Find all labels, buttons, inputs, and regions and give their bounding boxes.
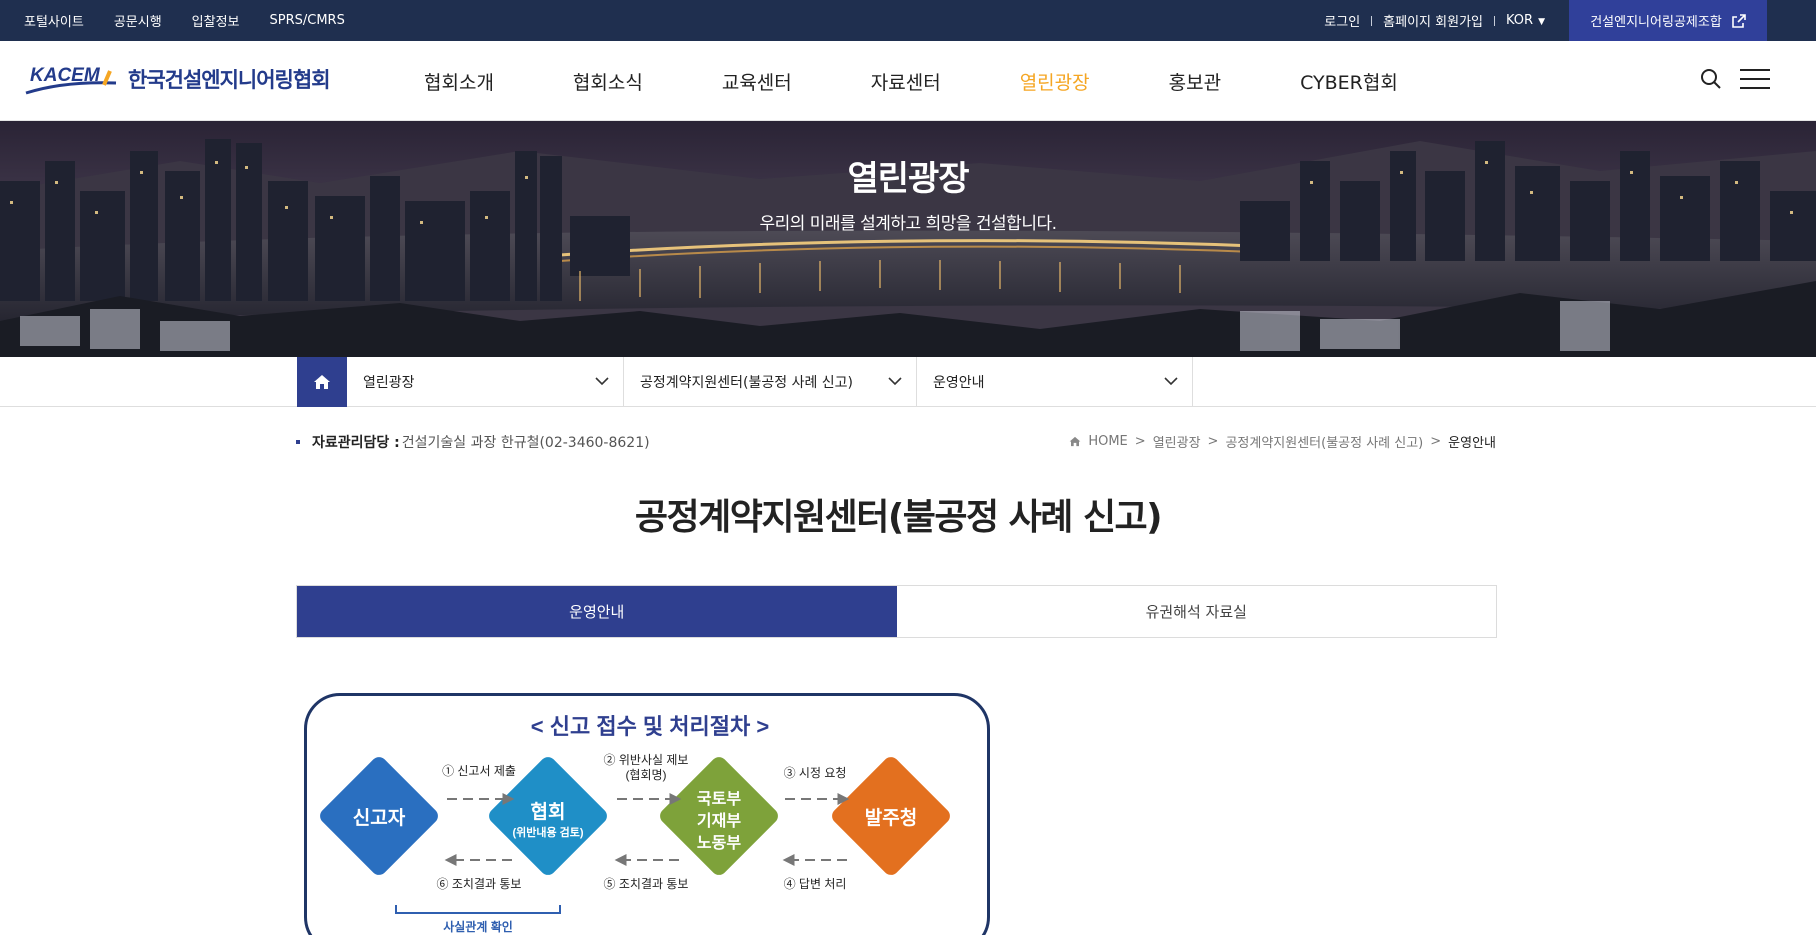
home-button[interactable] [297, 357, 347, 407]
tab-operation-guide[interactable]: 운영안내 [297, 586, 897, 637]
cta-label: 건설엔지니어링공제조합 [1590, 15, 1722, 30]
login-link[interactable]: 로그인 [1324, 11, 1360, 30]
breadcrumb-separator: > [1430, 434, 1442, 449]
language-value: KOR [1505, 13, 1534, 28]
home-icon [1069, 436, 1081, 447]
manager-label: 자료관리담당 : [312, 435, 400, 451]
breadcrumb-item[interactable]: 열린광장 [1153, 432, 1201, 451]
node-reporter-label: 신고자 [353, 807, 406, 829]
step-2-label: ② 위반사실 제보 [604, 753, 689, 767]
chevron-down-icon [1164, 377, 1178, 386]
content-tabs: 운영안내 유권해석 자료실 [296, 585, 1497, 638]
step-4-label: ④ 답변 처리 [784, 877, 847, 891]
fact-check-label: 사실관계 확인 [443, 919, 513, 934]
logo-name: 한국건설엔지니어링협회 [128, 68, 331, 92]
site-logo[interactable]: KACEM 한국건설엔지니어링협회 [24, 61, 331, 97]
chevron-down-icon [888, 377, 902, 386]
nav-about[interactable]: 협회소개 [424, 68, 494, 95]
fact-check-bracket [395, 905, 561, 914]
tab-interpretation-archive[interactable]: 유권해석 자료실 [897, 586, 1497, 637]
breadcrumb-item[interactable]: 공정계약지원센터(불공정 사례 신고) [1225, 432, 1423, 451]
divider [1493, 15, 1495, 26]
depth1-label: 열린광장 [363, 375, 415, 391]
node-ministry-label: 기재부 [697, 812, 741, 830]
nav-pr-hall[interactable]: 홍보관 [1169, 68, 1221, 95]
bullet [296, 440, 300, 444]
page-title: 공정계약지원센터(불공정 사례 신고) [634, 497, 1163, 538]
breadcrumb: HOME > 열린광장 > 공정계약지원센터(불공정 사례 신고) > 운영안내 [1069, 432, 1496, 451]
breadcrumb-separator: > [1134, 434, 1146, 449]
top-utility-bar: 포털사이트 공문시행 입찰정보 SPRS/CMRS 로그인 홈페이지 회원가입 … [0, 0, 1816, 41]
nav-education[interactable]: 교육센터 [722, 68, 792, 95]
diagram-title: < 신고 접수 및 처리절차 > [531, 714, 769, 739]
location-bar: 열린광장 공정계약지원센터(불공정 사례 신고) 운영안내 [0, 357, 1816, 407]
depth3-dropdown[interactable]: 운영안내 [917, 357, 1193, 407]
top-link-bid-info[interactable]: 입찰정보 [192, 11, 240, 30]
top-link-portal[interactable]: 포털사이트 [24, 11, 84, 30]
node-association-sub: (위반내용 검토) [512, 825, 583, 839]
menu-icon[interactable] [1740, 68, 1770, 90]
data-manager-info: 자료관리담당 : 건설기술실 과장 한규철(02-3460-8621) [296, 432, 650, 452]
external-link-icon [1731, 13, 1746, 28]
top-link-sprs-cmrs[interactable]: SPRS/CMRS [270, 13, 345, 28]
top-link-official-docs[interactable]: 공문시행 [114, 11, 162, 30]
main-navigation: 협회소개 협회소식 교육센터 자료센터 열린광장 홍보관 CYBER협회 [424, 41, 1477, 121]
node-reporter: 신고자 [316, 753, 442, 879]
hero-banner: 열린광장 우리의 미래를 설계하고 희망을 건설합니다. [0, 121, 1816, 357]
site-header: KACEM 한국건설엔지니어링협회 협회소개 협회소식 교육센터 자료센터 열린… [0, 41, 1816, 121]
report-procedure-diagram: < 신고 접수 및 처리절차 > 신고자 협회 (위반내용 검토) 국토부 기재… [304, 693, 990, 935]
node-ministry-label: 노동부 [697, 834, 741, 852]
nav-cyber[interactable]: CYBER협회 [1300, 68, 1398, 95]
breadcrumb-separator: > [1207, 434, 1219, 449]
logo-text: KACEM [30, 65, 101, 86]
search-icon[interactable] [1700, 68, 1722, 90]
home-icon [314, 375, 330, 389]
depth3-label: 운영안내 [933, 375, 985, 391]
depth1-dropdown[interactable]: 열린광장 [347, 357, 624, 407]
node-association-label: 협회 [531, 801, 566, 823]
node-client-label: 발주청 [865, 807, 917, 829]
hero-subtitle: 우리의 미래를 설계하고 희망을 건설합니다. [759, 214, 1057, 234]
step-1-label: ① 신고서 제출 [442, 764, 516, 778]
top-links: 포털사이트 공문시행 입찰정보 SPRS/CMRS [24, 0, 345, 41]
step-6-label: ⑥ 조치결과 통보 [437, 877, 522, 891]
step-5-label: ⑤ 조치결과 통보 [604, 877, 689, 891]
nav-resources[interactable]: 자료센터 [871, 68, 941, 95]
node-ministries: 국토부 기재부 노동부 [656, 753, 782, 879]
kacem-logo-mark: KACEM [25, 65, 117, 95]
nav-news[interactable]: 협회소식 [573, 68, 643, 95]
join-link[interactable]: 홈페이지 회원가입 [1383, 11, 1483, 30]
step-2-sub-label: (협회명) [625, 768, 666, 782]
manager-value: 건설기술실 과장 한규철(02-3460-8621) [401, 435, 650, 451]
language-select[interactable]: KOR ▼ [1506, 13, 1545, 28]
breadcrumb-current: 운영안내 [1448, 436, 1496, 451]
chevron-down-icon [595, 377, 609, 386]
node-ministry-label: 국토부 [697, 790, 741, 808]
divider [1371, 15, 1373, 26]
caret-down-icon: ▼ [1538, 17, 1545, 27]
nav-open-forum[interactable]: 열린광장 [1020, 68, 1090, 95]
depth2-dropdown[interactable]: 공정계약지원센터(불공정 사례 신고) [624, 357, 917, 407]
header-tools [1700, 68, 1770, 90]
breadcrumb-home[interactable]: HOME [1088, 434, 1127, 449]
top-account-links: 로그인 홈페이지 회원가입 KOR ▼ [1324, 0, 1545, 41]
step-3-label: ③ 시정 요청 [784, 766, 847, 780]
mutual-aid-link-button[interactable]: 건설엔지니어링공제조합 [1569, 0, 1767, 41]
procedure-diagram-svg: < 신고 접수 및 처리절차 > 신고자 협회 (위반내용 검토) 국토부 기재… [316, 714, 954, 934]
depth2-label: 공정계약지원센터(불공정 사례 신고) [640, 375, 854, 391]
hero-title: 열린광장 [847, 159, 969, 199]
